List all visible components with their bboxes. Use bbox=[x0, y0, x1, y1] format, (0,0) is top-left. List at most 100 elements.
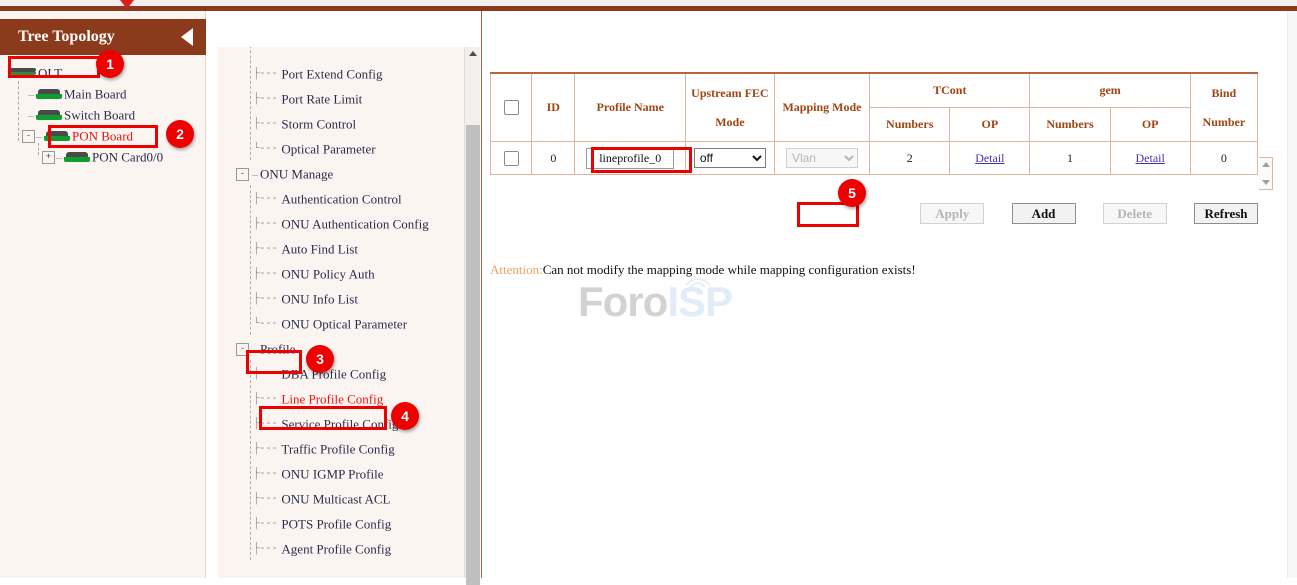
collapse-toggle-icon[interactable]: - bbox=[236, 168, 249, 181]
refresh-button[interactable]: Refresh bbox=[1194, 203, 1258, 224]
top-strip bbox=[0, 0, 1297, 10]
nav-item-optical-parameter[interactable]: └---Optical Parameter bbox=[218, 135, 463, 160]
annotation-badge-3: 3 bbox=[306, 345, 334, 373]
sidebar-header: Tree Topology bbox=[0, 19, 206, 55]
content-panel: ForoISP ID Profile Name U bbox=[481, 11, 1297, 578]
cell-profile-name bbox=[575, 142, 685, 175]
red-marker-icon bbox=[120, 0, 134, 9]
tree-connector-icon: ├--- bbox=[253, 537, 277, 562]
nav-item-label: ONU Info List bbox=[281, 292, 358, 307]
apply-button[interactable]: Apply bbox=[920, 203, 984, 224]
nav-item-dba-profile-config[interactable]: ├---DBA Profile Config bbox=[218, 360, 463, 385]
nav-item-onu-manage[interactable]: -–ONU Manage bbox=[218, 160, 463, 185]
nav-item-label: Port Rate Limit bbox=[281, 92, 362, 107]
attention-text: Can not modify the mapping mode while ma… bbox=[543, 262, 916, 277]
tree-connector-icon: – bbox=[56, 147, 62, 168]
tree-connector-icon: └--- bbox=[253, 312, 277, 337]
add-button[interactable]: Add bbox=[1012, 203, 1076, 224]
column-header-upstream-fec-line1: Upstream FEC bbox=[687, 86, 773, 101]
nav-item-traffic-profile-config[interactable]: ├---Traffic Profile Config bbox=[218, 435, 463, 460]
column-header-bind-line2: Number bbox=[1192, 115, 1256, 130]
nav-scrollbar[interactable] bbox=[464, 47, 480, 578]
tree-connector-icon: – bbox=[28, 84, 34, 105]
tree-connector-icon: ├--- bbox=[253, 462, 277, 487]
delete-button[interactable]: Delete bbox=[1103, 203, 1167, 224]
nav-item-label: Service Profile Config bbox=[281, 417, 398, 432]
tree-connector-icon: ├--- bbox=[253, 237, 277, 262]
tcont-detail-link[interactable]: Detail bbox=[975, 151, 1004, 165]
nav-item-onu-optical-parameter[interactable]: └---ONU Optical Parameter bbox=[218, 310, 463, 335]
tree-item-pon-card-0-0[interactable]: +– PON Card0/0 bbox=[0, 145, 206, 166]
column-header-gem-numbers: Numbers bbox=[1030, 108, 1110, 142]
nav-item-line-profile-config[interactable]: ├--- Line Profile Config bbox=[218, 385, 463, 410]
olt-device-icon bbox=[10, 68, 36, 79]
nav-item-service-profile-config[interactable]: ├--- Service Profile Config bbox=[218, 410, 463, 435]
nav-item-label: Line Profile Config bbox=[281, 392, 383, 407]
nav-scrollbar-thumb[interactable] bbox=[466, 125, 480, 585]
nav-item-profile[interactable]: -–Profile bbox=[218, 335, 463, 360]
table-rows-scrollbar[interactable] bbox=[1259, 157, 1273, 190]
tree-connector-icon: ├--- bbox=[253, 262, 277, 287]
tree-item-main-board[interactable]: –Main Board bbox=[0, 82, 206, 103]
nav-item-onu-policy-auth[interactable]: ├---ONU Policy Auth bbox=[218, 260, 463, 285]
tree-connector-icon: ├--- bbox=[253, 62, 277, 87]
select-all-checkbox[interactable] bbox=[504, 100, 519, 115]
attention-message: Attention:Can not modify the mapping mod… bbox=[490, 262, 916, 278]
tree-connector-icon: ├--- bbox=[253, 87, 277, 112]
chevron-up-icon[interactable] bbox=[1262, 162, 1270, 167]
cell-id: 0 bbox=[532, 142, 575, 175]
tree-item-label: OLT bbox=[38, 66, 62, 81]
nav-item-label: Authentication Control bbox=[281, 192, 401, 207]
tree-guide-line bbox=[18, 81, 19, 141]
nav-item-label: ONU IGMP Profile bbox=[281, 467, 383, 482]
tree-connector-icon: ├--- bbox=[253, 412, 277, 437]
nav-item-partial[interactable] bbox=[218, 47, 463, 60]
menu-nav-panel: ├--- Port Extend Config ├--- Port Rate Limi… bbox=[218, 47, 480, 578]
nav-item-port-rate-limit[interactable]: ├--- Port Rate Limit bbox=[218, 85, 463, 110]
tree-connector-icon: ├--- bbox=[253, 512, 277, 537]
row-select-checkbox[interactable] bbox=[504, 151, 519, 166]
nav-item-label: Auto Find List bbox=[281, 242, 358, 257]
nav-item-onu-multicast-acl[interactable]: ├--- ONU Multicast ACL bbox=[218, 485, 463, 510]
tree-connector-icon: └--- bbox=[253, 137, 277, 162]
cell-gem-numbers: 1 bbox=[1030, 142, 1110, 175]
cell-bind-number: 0 bbox=[1190, 142, 1257, 175]
nav-item-label: Port Extend Config bbox=[281, 67, 382, 82]
column-header-upstream-fec-line2: Mode bbox=[687, 115, 773, 130]
tree-connector-icon: ├--- bbox=[253, 487, 277, 512]
nav-item-pots-profile-config[interactable]: ├--- POTS Profile Config bbox=[218, 510, 463, 535]
column-header-gem-op: OP bbox=[1110, 108, 1190, 142]
collapse-toggle-icon[interactable]: - bbox=[22, 130, 35, 143]
nav-item-onu-igmp-profile[interactable]: ├--- ONU IGMP Profile bbox=[218, 460, 463, 485]
nav-item-label: Profile bbox=[260, 342, 295, 357]
nav-item-auto-find-list[interactable]: ├--- Auto Find List bbox=[218, 235, 463, 260]
column-header-tcont-op: OP bbox=[950, 108, 1030, 142]
nav-item-label: ONU Multicast ACL bbox=[281, 492, 390, 507]
collapse-toggle-icon[interactable]: - bbox=[236, 343, 249, 356]
table-header-row-1: ID Profile Name Upstream FEC Mode Mappin… bbox=[491, 73, 1258, 108]
expand-toggle-icon[interactable]: + bbox=[42, 151, 55, 164]
nav-item-onu-authentication-config[interactable]: ├---ONU Authentication Config bbox=[218, 210, 463, 235]
upstream-fec-mode-select[interactable]: off bbox=[694, 148, 766, 168]
chevron-down-icon[interactable] bbox=[1262, 180, 1270, 185]
tree-topology-sidebar: Tree Topology OLT –Main Board –Switch Bo… bbox=[0, 11, 206, 578]
tree-connector-icon: ├--- bbox=[253, 362, 277, 387]
profile-name-input[interactable] bbox=[586, 148, 674, 169]
row-select-cell bbox=[491, 142, 532, 175]
nav-item-storm-control[interactable]: ├---Storm Control bbox=[218, 110, 463, 135]
chevron-up-icon[interactable] bbox=[469, 51, 477, 56]
tree-connector-icon: ├--- bbox=[253, 387, 277, 412]
tree-item-label: PON Card0/0 bbox=[92, 150, 163, 165]
nav-item-authentication-control[interactable]: ├---Authentication Control bbox=[218, 185, 463, 210]
nav-item-onu-info-list[interactable]: ├---ONU Info List bbox=[218, 285, 463, 310]
triangle-left-icon[interactable] bbox=[181, 28, 193, 46]
menu-nav-list: ├--- Port Extend Config ├--- Port Rate Limi… bbox=[218, 47, 463, 560]
nav-item-port-extend-config[interactable]: ├--- Port Extend Config bbox=[218, 60, 463, 85]
mapping-mode-select: Vlan bbox=[786, 148, 858, 168]
nav-item-label: POTS Profile Config bbox=[281, 517, 391, 532]
nav-item-agent-profile-config[interactable]: ├---Agent Profile Config bbox=[218, 535, 463, 560]
content-scrollbar[interactable] bbox=[1287, 11, 1297, 578]
nav-guide-line bbox=[250, 360, 252, 560]
line-profile-table-wrapper: ID Profile Name Upstream FEC Mode Mappin… bbox=[490, 72, 1258, 175]
gem-detail-link[interactable]: Detail bbox=[1136, 151, 1165, 165]
